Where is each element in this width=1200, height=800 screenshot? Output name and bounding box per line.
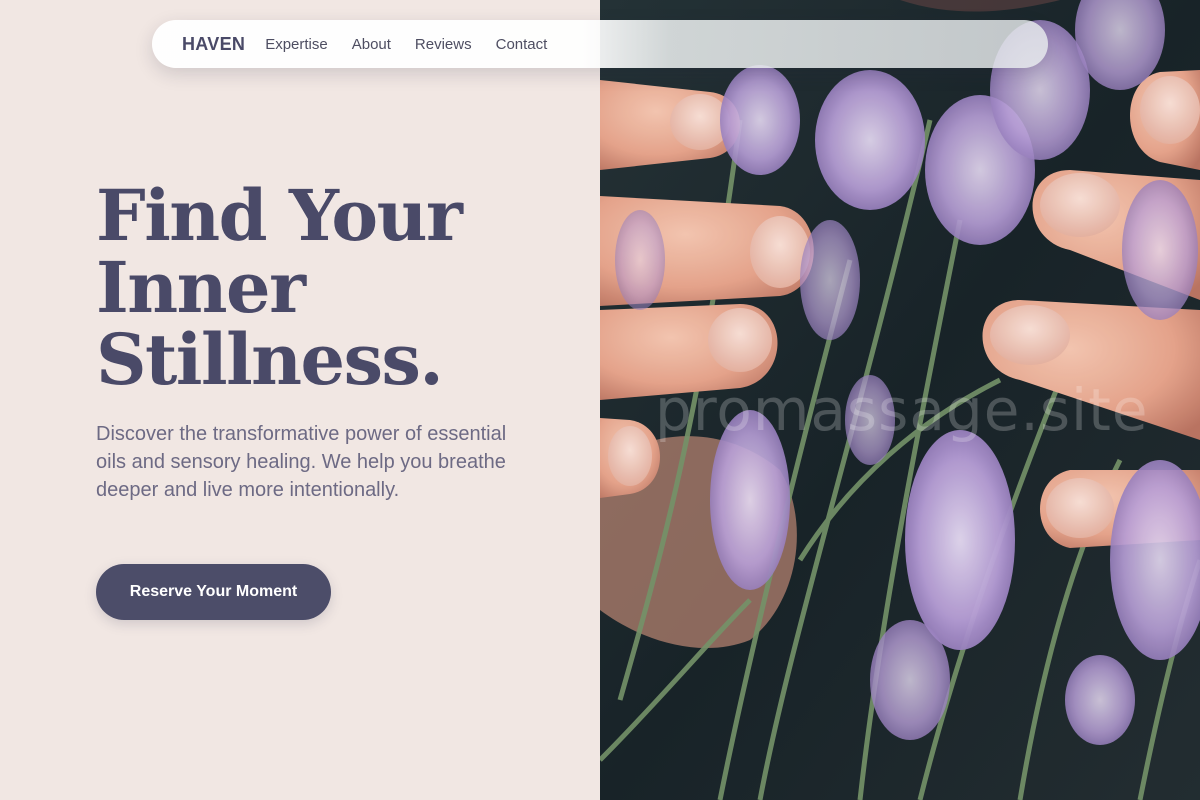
hero-title-line-3: Stillness. [96,318,444,401]
brand-logo[interactable]: HAVEN [182,34,245,55]
lavender-hands-photo [600,0,1200,800]
top-navbar: HAVEN Expertise About Reviews Contact [152,20,1048,68]
hero-subtitle: Discover the transformative power of ess… [96,423,507,501]
nav-link-reviews[interactable]: Reviews [415,36,472,53]
nav-link-contact[interactable]: Contact [496,36,548,53]
hero-section: Find Your Inner Stillness. Discover the … [0,0,600,800]
reserve-button[interactable]: Reserve Your Moment [96,564,331,620]
hero-title-line-2: Inner [96,246,306,329]
hero-title: Find Your Inner Stillness. [96,180,556,396]
nav-link-expertise[interactable]: Expertise [265,36,328,53]
photo-illustration [600,0,1200,800]
hero-title-line-1: Find Your [96,174,463,257]
nav-link-about[interactable]: About [352,36,391,53]
